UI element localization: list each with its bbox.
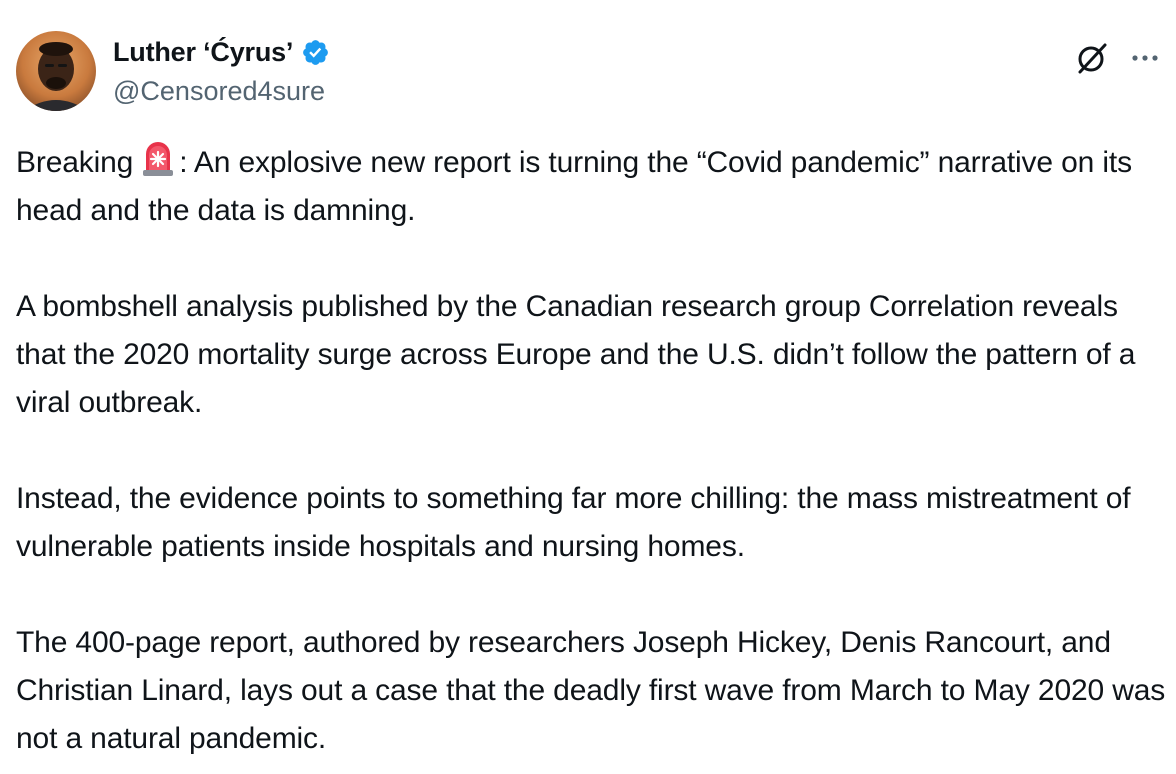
tweet-paragraph-1: Breaking : An explosive new report is tu… <box>16 139 1166 235</box>
tweet-paragraph-3: Instead, the evidence points to somethin… <box>16 482 1131 563</box>
display-name-row: Luther ‘Ćyrus’ <box>113 34 330 70</box>
tweet-text: Breaking : An explosive new report is tu… <box>16 139 1166 763</box>
display-name[interactable]: Luther ‘Ćyrus’ <box>113 37 293 68</box>
avatar[interactable] <box>16 31 96 111</box>
verified-badge-icon[interactable] <box>301 38 330 67</box>
paragraph-1-rest: : An explosive new report is turning the… <box>16 146 1132 227</box>
avatar-image <box>16 31 96 111</box>
author-names: Luther ‘Ćyrus’ @Censored4sure <box>113 34 330 107</box>
header-actions <box>1074 40 1160 76</box>
tweet: Luther ‘Ćyrus’ @Censored4sure Breaking:… <box>0 0 1176 774</box>
tweet-paragraph-4: The 400-page report, authored by researc… <box>16 626 1166 755</box>
tweet-header: Luther ‘Ćyrus’ @Censored4sure <box>16 30 1160 114</box>
more-options-icon[interactable] <box>1130 43 1160 73</box>
police-car-light-emoji <box>139 140 177 178</box>
tweet-paragraph-2: A bombshell analysis published by the Ca… <box>16 290 1136 419</box>
grok-icon[interactable] <box>1074 40 1110 76</box>
handle[interactable]: @Censored4sure <box>113 76 330 107</box>
paragraph-1-lead: Breaking <box>16 146 134 179</box>
